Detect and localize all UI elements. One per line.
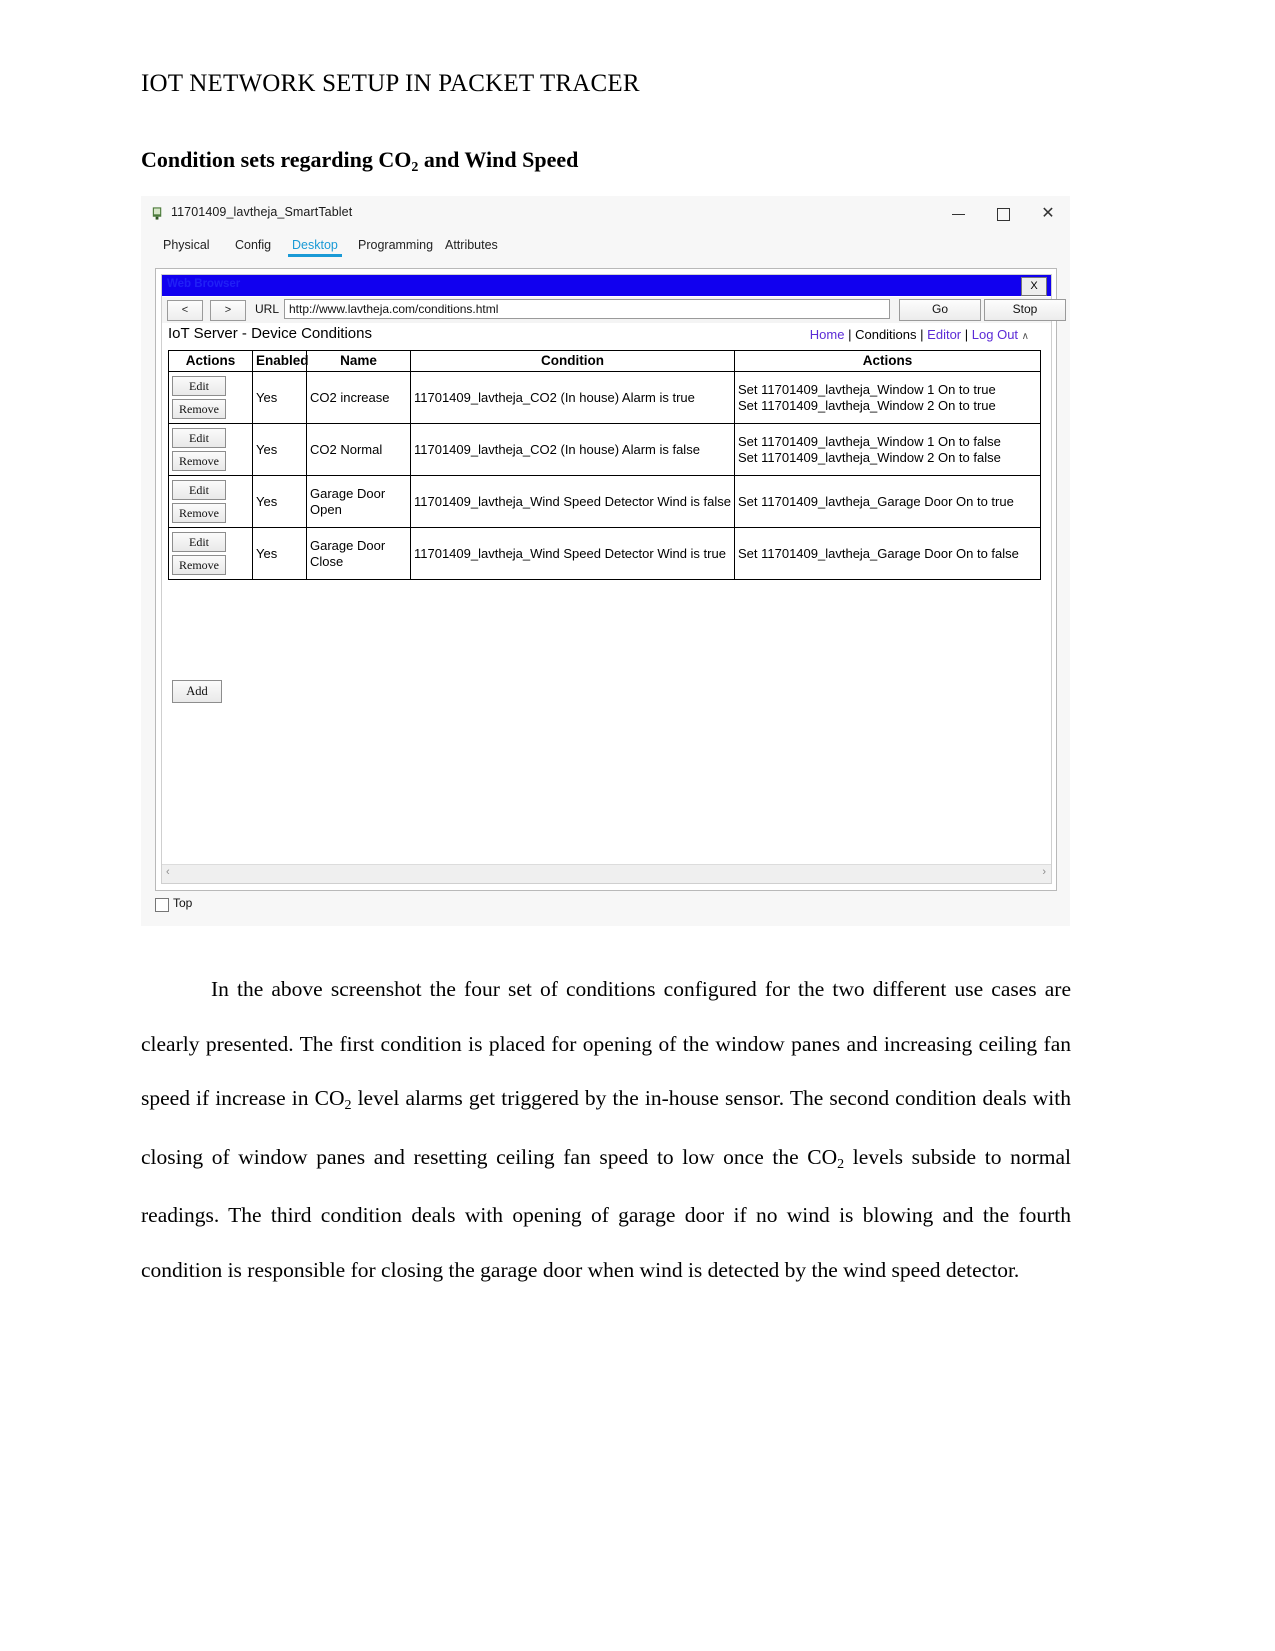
table-row: Edit Remove Yes CO2 Normal 11701409_lavt… (168, 423, 1041, 476)
row-condition: 11701409_lavtheja_Wind Speed Detector Wi… (410, 527, 735, 580)
edit-button[interactable]: Edit (172, 376, 226, 396)
url-label: URL (255, 302, 280, 316)
table-row: Edit Remove Yes Garage Door Close 117014… (168, 527, 1041, 580)
row-action: Set 11701409_lavtheja_Garage Door On to … (734, 527, 1041, 580)
row-name: CO2 Normal (306, 423, 411, 476)
window-titlebar: 11701409_lavtheja_SmartTablet ✕ (141, 196, 1070, 232)
header-actions-left: Actions (168, 350, 253, 372)
row-enabled: Yes (252, 475, 307, 528)
server-page-nav: Home | Conditions | Editor | Log Out ∧ (810, 327, 1029, 342)
row-actions-cell: Edit Remove (168, 527, 253, 580)
row-condition: 11701409_lavtheja_CO2 (In house) Alarm i… (410, 423, 735, 476)
section-heading-subscript: 2 (411, 160, 419, 175)
back-button[interactable]: < (167, 300, 203, 321)
nav-separator-2: | (920, 327, 924, 342)
section-heading: Condition sets regarding CO2 and Wind Sp… (141, 147, 579, 175)
server-page-heading: IoT Server - Device Conditions (168, 325, 372, 342)
row-enabled: Yes (252, 527, 307, 580)
browser-toolbar: < > URL Go Stop (162, 297, 1066, 323)
desktop-panel: Web Browser X < > URL Go Stop IoT Server… (155, 268, 1066, 891)
remove-button[interactable]: Remove (172, 555, 226, 575)
header-condition: Condition (410, 350, 735, 372)
row-name: Garage Door Close (306, 527, 411, 580)
top-checkbox[interactable] (155, 898, 169, 912)
stop-button[interactable]: Stop (984, 299, 1066, 321)
row-action: Set 11701409_lavtheja_Garage Door On to … (734, 475, 1041, 528)
remove-button[interactable]: Remove (172, 399, 226, 419)
row-actions-cell: Edit Remove (168, 475, 253, 528)
edit-button[interactable]: Edit (172, 480, 226, 500)
web-browser-window: Web Browser X < > URL Go Stop IoT Server… (161, 274, 1066, 884)
row-name: CO2 increase (306, 371, 411, 424)
minimize-button[interactable] (941, 202, 975, 226)
body-paragraph: In the above screenshot the four set of … (141, 962, 1071, 1297)
forward-button[interactable]: > (210, 300, 246, 321)
section-heading-text-after: and Wind Speed (418, 147, 579, 172)
document-page: IOT NETWORK SETUP IN PACKET TRACER Condi… (0, 0, 1275, 1651)
page-title: IOT NETWORK SETUP IN PACKET TRACER (141, 70, 640, 97)
row-name: Garage Door Open (306, 475, 411, 528)
tab-config[interactable]: Config (231, 236, 275, 254)
tab-programming[interactable]: Programming (354, 236, 437, 254)
embedded-screenshot: 11701409_lavtheja_SmartTablet ✕ Physical… (141, 196, 1070, 926)
nav-link-conditions[interactable]: Conditions (855, 327, 916, 342)
browser-titlebar: Web Browser X (162, 275, 1051, 296)
table-row: Edit Remove Yes CO2 increase 11701409_la… (168, 371, 1041, 424)
edit-button[interactable]: Edit (172, 532, 226, 552)
collapse-caret-icon[interactable]: ∧ (1022, 331, 1029, 342)
table-row: Edit Remove Yes Garage Door Open 1170140… (168, 475, 1041, 528)
browser-close-button[interactable]: X (1021, 277, 1047, 296)
header-name: Name (306, 350, 411, 372)
server-page-content: IoT Server - Device Conditions Home | Co… (162, 323, 1051, 883)
row-enabled: Yes (252, 371, 307, 424)
device-tabs: Physical Config Desktop Programming Attr… (141, 236, 1070, 260)
tab-attributes[interactable]: Attributes (441, 236, 502, 254)
remove-button[interactable]: Remove (172, 503, 226, 523)
nav-link-editor[interactable]: Editor (927, 327, 961, 342)
header-enabled: Enabled (252, 350, 309, 372)
nav-separator-3: | (964, 327, 969, 342)
browser-title: Web Browser (167, 278, 241, 290)
add-button[interactable]: Add (172, 680, 222, 703)
row-actions-cell: Edit Remove (168, 371, 253, 424)
maximize-icon (996, 208, 1010, 222)
tab-physical[interactable]: Physical (159, 236, 214, 254)
url-input[interactable] (284, 299, 890, 319)
minimize-icon (951, 213, 965, 216)
row-condition: 11701409_lavtheja_CO2 (In house) Alarm i… (410, 371, 735, 424)
top-checkbox-label: Top (173, 896, 193, 910)
row-actions-cell: Edit Remove (168, 423, 253, 476)
horizontal-scrollbar[interactable]: ‹ › (162, 864, 1051, 883)
scroll-left-icon[interactable]: ‹ (166, 866, 170, 878)
go-button[interactable]: Go (899, 299, 981, 321)
tab-desktop[interactable]: Desktop (288, 236, 342, 257)
packet-tracer-device-window: 11701409_lavtheja_SmartTablet ✕ Physical… (141, 196, 1070, 926)
paragraph-subscript-2: 2 (837, 1156, 845, 1172)
row-enabled: Yes (252, 423, 307, 476)
conditions-table: Actions Enabled Name Condition Actions E… (168, 350, 1041, 580)
nav-link-logout[interactable]: Log Out (972, 327, 1018, 342)
nav-link-home[interactable]: Home (810, 327, 845, 342)
row-condition: 11701409_lavtheja_Wind Speed Detector Wi… (410, 475, 735, 528)
window-title: 11701409_lavtheja_SmartTablet (171, 205, 353, 219)
nav-separator-1: | (848, 327, 852, 342)
remove-button[interactable]: Remove (172, 451, 226, 471)
header-actions-right: Actions (734, 350, 1041, 372)
device-icon (152, 207, 162, 220)
row-action: Set 11701409_lavtheja_Window 1 On to tru… (734, 371, 1041, 424)
maximize-button[interactable] (986, 202, 1020, 226)
scroll-right-icon[interactable]: › (1042, 866, 1046, 878)
paragraph-subscript-1: 2 (344, 1098, 352, 1113)
section-heading-text-before: Condition sets regarding CO (141, 147, 412, 172)
table-header-row: Actions Enabled Name Condition Actions (168, 350, 1041, 372)
edit-button[interactable]: Edit (172, 428, 226, 448)
row-action: Set 11701409_lavtheja_Window 1 On to fal… (734, 423, 1041, 476)
close-button[interactable]: ✕ (1031, 202, 1065, 226)
